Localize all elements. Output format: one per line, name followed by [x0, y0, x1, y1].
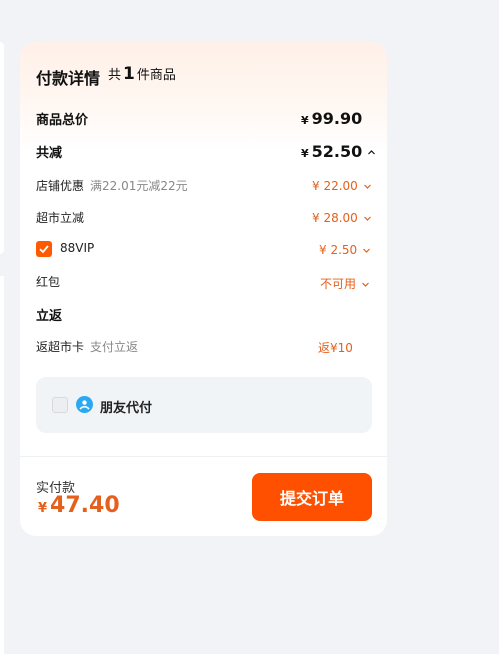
vip-label: 88VIP [60, 241, 95, 255]
rebate-amount: 返¥10 [318, 341, 353, 355]
item-count-number: 1 [123, 64, 135, 84]
chevron-down-icon[interactable] [363, 183, 371, 190]
checkmark-icon [39, 245, 49, 254]
chevron-up-icon[interactable] [368, 149, 376, 156]
red-packet-status: 不可用 [320, 277, 357, 291]
vip-checkbox[interactable] [36, 241, 52, 257]
market-discount-label: 超市立减 [36, 211, 85, 225]
amount-due-value: 47.40 [50, 493, 120, 518]
store-coupon-label: 店铺优惠 [36, 179, 85, 193]
discount-total-label: 共减 [36, 146, 63, 161]
submit-order-button[interactable]: 提交订单 [252, 473, 372, 521]
payment-details-card: 付款详情 共 1 件商品 商品总价 ¥99.90 共减 ¥52.50 店铺优惠 满22… [20, 42, 387, 536]
vip-amount: ¥ 2.50 [319, 243, 358, 257]
store-coupon-amount-row[interactable]: ¥ 22.00 [312, 179, 371, 193]
footer-divider [20, 456, 387, 457]
total-price-label: 商品总价 [36, 113, 89, 128]
card-title: 付款详情 [36, 69, 101, 88]
amount-due: ¥47.40 [38, 493, 120, 518]
rebate-row: 返超市卡 支付立返 [36, 338, 138, 355]
chevron-down-icon[interactable] [363, 247, 371, 254]
item-count-prefix: 共 [108, 68, 122, 83]
discount-total-row[interactable]: ¥52.50 [301, 142, 376, 161]
left-panel-edge [0, 42, 4, 254]
store-coupon-row: 店铺优惠 满22.01元减22元 [36, 177, 188, 194]
friend-pay-icon [76, 396, 93, 413]
rebate-note: 支付立返 [90, 340, 139, 354]
market-discount-amount-row[interactable]: ¥ 28.00 [312, 211, 371, 225]
total-price-currency: ¥ [301, 114, 309, 127]
friend-pay-checkbox[interactable] [52, 397, 68, 413]
store-coupon-note: 满22.01元减22元 [90, 179, 188, 193]
discount-total-value: 52.50 [311, 142, 363, 161]
discount-total-currency: ¥ [301, 147, 309, 160]
red-packet-amount-row[interactable]: 不可用 [320, 275, 369, 292]
rebate-section-title: 立返 [36, 309, 63, 324]
total-price-amount: ¥99.90 [301, 109, 362, 128]
friend-pay-label: 朋友代付 [100, 401, 153, 416]
chevron-down-icon[interactable] [362, 281, 369, 288]
item-count-suffix: 件商品 [136, 68, 176, 83]
friend-pay-option[interactable]: 朋友代付 [36, 377, 372, 433]
left-panel-strip [0, 276, 4, 654]
item-count: 共 1 件商品 [108, 64, 176, 84]
card-header-background [20, 42, 387, 152]
vip-amount-row[interactable]: ¥ 2.50 [319, 243, 371, 257]
store-coupon-amount: ¥ 22.00 [312, 179, 358, 193]
market-discount-amount: ¥ 28.00 [312, 211, 358, 225]
amount-due-currency: ¥ [38, 501, 48, 516]
red-packet-label: 红包 [36, 275, 61, 289]
rebate-label: 返超市卡 [36, 340, 85, 354]
chevron-down-icon[interactable] [363, 215, 371, 222]
total-price-value: 99.90 [311, 109, 363, 128]
